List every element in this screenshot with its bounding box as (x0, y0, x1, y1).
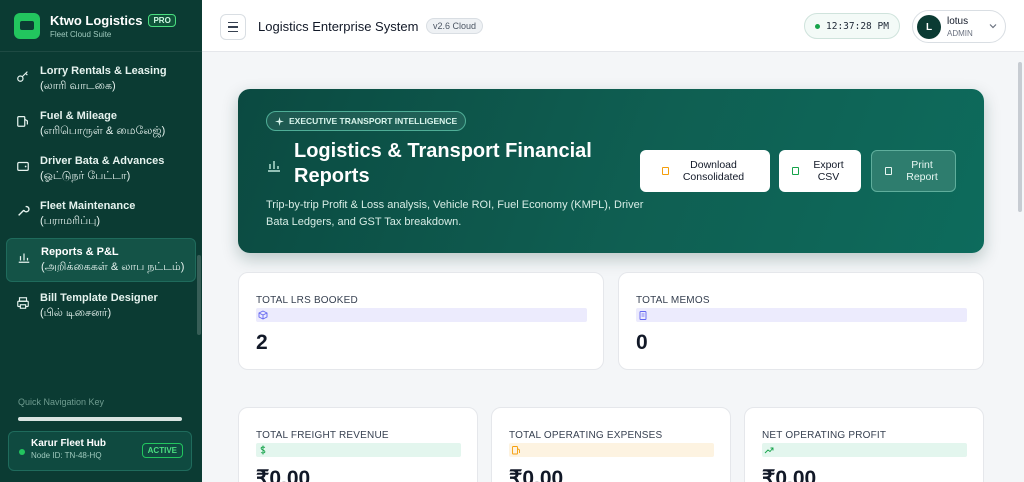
sidebar: Ktwo Logistics PRO Fleet Cloud Suite Lor… (0, 0, 202, 482)
version-badge: v2.6 Cloud (426, 18, 484, 34)
print-report-button[interactable]: Print Report (871, 150, 956, 192)
bar-chart-icon (18, 253, 30, 263)
clock-time: 12:37:28 PM (826, 20, 889, 32)
hero-tag: EXECUTIVE TRANSPORT INTELLIGENCE (266, 111, 467, 131)
sidebar-item-label: Fleet Maintenance (40, 200, 136, 212)
user-role: ADMIN (947, 29, 973, 38)
printer-icon (17, 297, 29, 309)
clipboard-icon (639, 311, 647, 320)
fuel-icon (17, 116, 28, 127)
hero-tag-label: EXECUTIVE TRANSPORT INTELLIGENCE (289, 116, 458, 126)
file-icon (791, 167, 799, 175)
cube-icon (258, 310, 268, 320)
key-icon (17, 71, 28, 82)
truck-icon (14, 12, 40, 39)
download-consolidated-button[interactable]: Download Consolidated (640, 150, 770, 192)
print-label: Print Report (906, 159, 938, 183)
app-title: Logistics Enterprise System (258, 19, 419, 34)
sidebar-item-sublabel: (ஓட்டுநர் பேட்டா) (40, 170, 131, 182)
stat-value: 0 (636, 331, 648, 354)
sidebar-item-reports[interactable]: Reports & P&L (அறிக்கைகள் & லாப நட்டம்) (6, 238, 196, 282)
brand[interactable]: Ktwo Logistics PRO Fleet Cloud Suite (0, 0, 202, 52)
chevron-down-icon (989, 24, 997, 29)
dollar-icon (260, 445, 266, 455)
hub-card[interactable]: Karur Fleet Hub Node ID: TN-48-HQ ACTIVE (8, 431, 192, 471)
stat-value: ₹0.00 (509, 467, 564, 482)
top-header: Logistics Enterprise System v2.6 Cloud 1… (202, 0, 1024, 52)
clock-dot-icon (815, 23, 820, 29)
sparkle-icon (275, 116, 284, 126)
stat-card-profit: NET OPERATING PROFIT ₹0.00 (744, 407, 984, 482)
sidebar-item-fuel-mileage[interactable]: Fuel & Mileage (எரிபொருள் & மைலேஜ்) (6, 103, 196, 145)
stat-card-lrs: TOTAL LRS BOOKED 2 (238, 272, 604, 370)
sidebar-item-fleet-maintenance[interactable]: Fleet Maintenance (பராமரிப்பு) (6, 193, 196, 235)
wallet-icon (17, 161, 29, 171)
stat-card-revenue: TOTAL FREIGHT REVENUE ₹0.00 (238, 407, 478, 482)
sidebar-item-label: Lorry Rentals & Leasing (40, 65, 167, 77)
export-csv-button[interactable]: Export CSV (779, 150, 861, 192)
sidebar-item-sublabel: (பராமரிப்பு) (40, 215, 101, 227)
wrench-icon (18, 205, 30, 216)
page-description: Trip-by-trip Profit & Loss analysis, Veh… (266, 199, 644, 228)
status-dot-icon (19, 449, 25, 455)
stat-bar (256, 308, 587, 322)
bar-chart-icon (268, 161, 280, 172)
pro-badge: PRO (148, 13, 176, 27)
main-content: EXECUTIVE TRANSPORT INTELLIGENCE Logisti… (202, 52, 1024, 482)
quick-nav-label: Quick Navigation Key (18, 397, 105, 407)
trend-up-icon (764, 447, 774, 454)
sidebar-item-driver-bata[interactable]: Driver Bata & Advances (ஓட்டுநர் பேட்டா) (6, 148, 196, 190)
quick-nav-input[interactable] (18, 417, 182, 421)
sidebar-item-label: Driver Bata & Advances (40, 155, 165, 167)
stat-card-memos: TOTAL MEMOS 0 (618, 272, 984, 370)
sidebar-item-label: Reports & P&L (41, 246, 119, 258)
download-label: Download Consolidated (682, 159, 745, 183)
status-badge: ACTIVE (141, 443, 183, 458)
stat-value: 2 (256, 331, 268, 354)
clock: 12:37:28 PM (804, 13, 900, 39)
stat-bar (256, 443, 461, 457)
user-name: lotus (947, 16, 969, 27)
user-menu[interactable]: L lotus ADMIN (912, 10, 1006, 43)
sidebar-nav: Lorry Rentals & Leasing (லாரி வாடகை) Fuel… (0, 52, 202, 327)
fuel-icon (512, 446, 520, 455)
sidebar-item-label: Bill Template Designer (40, 292, 158, 304)
stat-label: TOTAL FREIGHT REVENUE (256, 430, 389, 441)
printer-icon (885, 167, 892, 175)
sidebar-item-sublabel: (அறிக்கைகள் & லாப நட்டம்) (41, 261, 185, 273)
sidebar-item-label: Fuel & Mileage (40, 110, 118, 122)
sidebar-item-sublabel: (பில் டிசைனர்) (40, 307, 112, 319)
sidebar-item-bill-template[interactable]: Bill Template Designer (பில் டிசைனர்) (6, 285, 196, 327)
stat-bar (762, 443, 967, 457)
stat-label: NET OPERATING PROFIT (762, 430, 887, 441)
main-scrollbar[interactable] (1018, 62, 1022, 212)
stat-bar (636, 308, 967, 322)
export-label: Export CSV (813, 159, 844, 183)
stat-value: ₹0.00 (256, 467, 311, 482)
page-title: Logistics & Transport Financial Reports (294, 140, 592, 187)
sidebar-item-lorry-rentals[interactable]: Lorry Rentals & Leasing (லாரி வாடகை) (6, 58, 196, 100)
menu-button[interactable] (220, 14, 246, 40)
brand-subtitle: Fleet Cloud Suite (50, 29, 112, 39)
avatar: L (917, 15, 941, 39)
hero-banner: EXECUTIVE TRANSPORT INTELLIGENCE Logisti… (238, 89, 984, 253)
stat-label: TOTAL LRS BOOKED (256, 295, 358, 306)
stat-label: TOTAL OPERATING EXPENSES (509, 430, 663, 441)
file-icon (661, 167, 669, 175)
stat-bar (509, 443, 714, 457)
stat-label: TOTAL MEMOS (636, 295, 710, 306)
sidebar-item-sublabel: (லாரி வாடகை) (40, 80, 116, 92)
hamburger-icon (228, 21, 238, 24)
brand-title: Ktwo Logistics (50, 12, 143, 28)
stat-value: ₹0.00 (762, 467, 817, 482)
sidebar-item-sublabel: (எரிபொருள் & மைலேஜ்) (40, 125, 166, 137)
stat-card-expenses: TOTAL OPERATING EXPENSES ₹0.00 (491, 407, 731, 482)
sidebar-scrollbar[interactable] (197, 255, 201, 335)
